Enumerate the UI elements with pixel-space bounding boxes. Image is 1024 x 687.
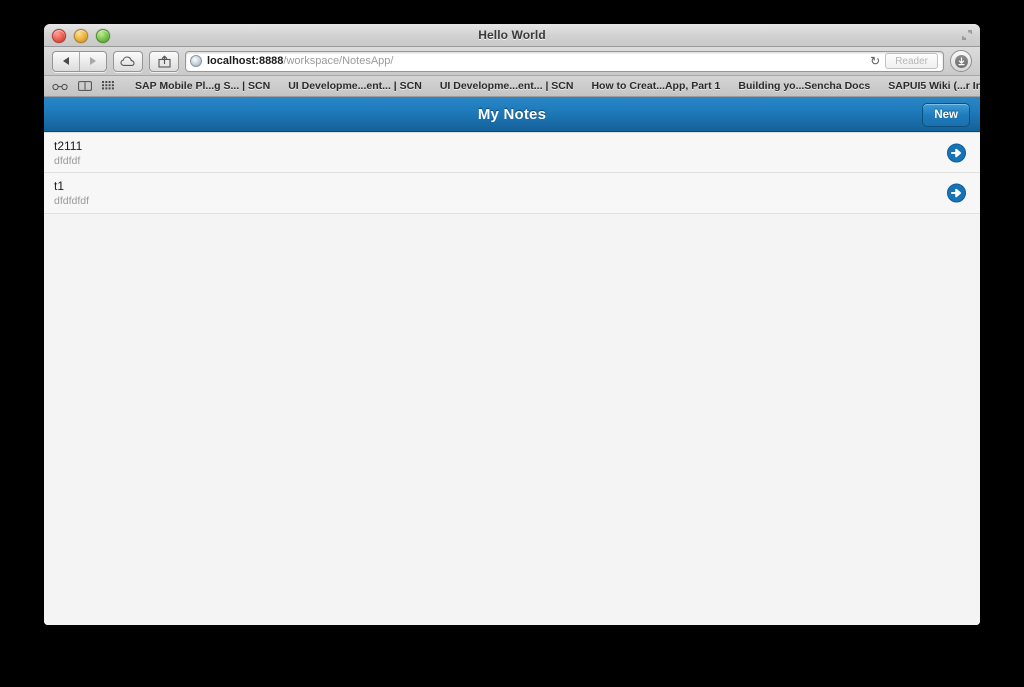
- bookmark-item[interactable]: Building yo...Sencha Docs: [729, 80, 879, 92]
- zoom-window-button[interactable]: [96, 29, 110, 43]
- url-path: /workspace/NotesApp/: [283, 55, 394, 67]
- reload-icon[interactable]: ↻: [865, 54, 885, 68]
- window-title: Hello World: [478, 28, 546, 42]
- page-title: My Notes: [477, 105, 547, 123]
- close-window-button[interactable]: [52, 29, 66, 43]
- bookmark-item[interactable]: SAPUI5 Wiki (...r Interface): [879, 80, 980, 92]
- arrow-right-icon[interactable]: [947, 183, 966, 203]
- site-favicon-icon: [190, 55, 202, 67]
- url-host: localhost:8888: [207, 55, 284, 67]
- bookmarks-bar-icons: [52, 81, 114, 91]
- navigation-buttons: [52, 50, 107, 72]
- browser-window: Hello World localhost:8888/workspace/Not…: [44, 24, 980, 625]
- forward-button[interactable]: [80, 52, 106, 71]
- bookmarks-bar: SAP Mobile Pl...g S... | SCN UI Developm…: [44, 76, 980, 97]
- back-button[interactable]: [53, 51, 80, 71]
- note-subtitle: dfdfdfdf: [54, 195, 90, 207]
- title-bar: Hello World: [44, 24, 980, 47]
- url-text: localhost:8888/workspace/NotesApp/: [207, 55, 865, 67]
- browser-toolbar: localhost:8888/workspace/NotesApp/ ↻ Rea…: [44, 47, 980, 76]
- new-note-button[interactable]: New: [922, 103, 970, 127]
- notes-list: t2111 dfdfdf t1 dfdfdfdf: [44, 132, 980, 625]
- minimize-window-button[interactable]: [74, 29, 88, 43]
- share-icon[interactable]: [149, 50, 179, 72]
- reader-button[interactable]: Reader: [885, 53, 938, 69]
- note-title: t2111: [54, 138, 83, 153]
- window-controls: [52, 29, 110, 43]
- reading-list-icon[interactable]: [52, 82, 68, 91]
- downloads-button[interactable]: [950, 50, 972, 72]
- download-arrow-icon: [954, 54, 968, 68]
- page-content: My Notes New t2111 dfdfdf t1 dfdfdfdf: [44, 97, 980, 625]
- bookmark-item[interactable]: How to Creat...App, Part 1: [582, 80, 729, 92]
- bookmarks-icon[interactable]: [78, 81, 92, 91]
- arrow-right-icon[interactable]: [947, 143, 966, 162]
- bookmark-item[interactable]: UI Developme...ent... | SCN: [279, 80, 431, 92]
- list-item[interactable]: t2111 dfdfdf: [44, 132, 980, 173]
- list-item[interactable]: t1 dfdfdfdf: [44, 173, 980, 214]
- app-header: My Notes New: [44, 97, 980, 132]
- note-subtitle: dfdfdf: [54, 154, 81, 167]
- fullscreen-icon[interactable]: [960, 28, 974, 42]
- bookmark-item[interactable]: UI Developme...ent... | SCN: [431, 80, 583, 92]
- address-bar[interactable]: localhost:8888/workspace/NotesApp/ ↻ Rea…: [185, 50, 944, 72]
- top-sites-icon[interactable]: [102, 81, 114, 91]
- note-title: t1: [54, 179, 65, 193]
- icloud-tabs-icon[interactable]: [113, 50, 143, 72]
- bookmark-item[interactable]: SAP Mobile Pl...g S... | SCN: [126, 80, 279, 92]
